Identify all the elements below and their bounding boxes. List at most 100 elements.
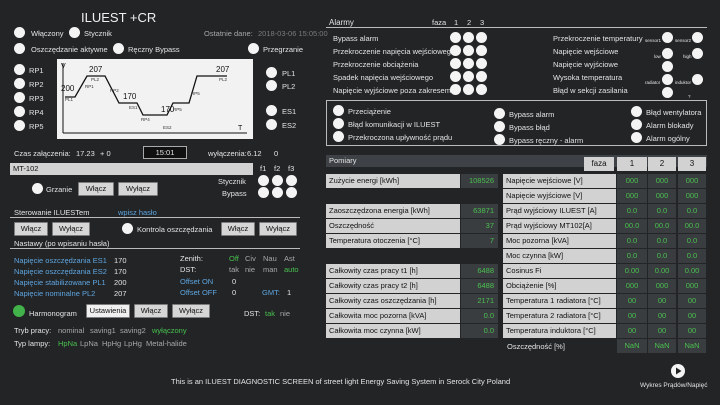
seg-label-pl2-end: PL2	[219, 77, 228, 82]
zenith-ast[interactable]: Ast	[284, 254, 295, 263]
wyl-offset: 0	[274, 149, 279, 158]
oszczedzanie-indicator	[14, 43, 25, 54]
kontrola-label: Kontrola oszczędzania	[137, 225, 213, 234]
sensor-label-sensor2: sensor2	[675, 38, 692, 43]
lamp-hpna[interactable]: HpNa	[58, 339, 77, 348]
mt-wylacz-button[interactable]: Wyłącz	[118, 182, 158, 196]
phase-row-4-v2: 0.0	[648, 234, 676, 248]
phase-row-0-v3: 000	[678, 174, 706, 188]
rp2-label: RP2	[29, 80, 44, 89]
password-link[interactable]: wpisz hasło	[118, 208, 157, 217]
play-icon	[676, 367, 682, 375]
flag-bypass-reczny-indicator	[494, 134, 505, 145]
phase-row-5-label: Moc czynna [kW]	[503, 249, 616, 263]
ctl-wlacz-button[interactable]: Włącz	[14, 222, 48, 236]
lamp-metal-halide[interactable]: Metal-halide	[146, 339, 187, 348]
mt-wlacz-button[interactable]: Włącz	[78, 182, 114, 196]
zenith-civ[interactable]: Civ	[245, 254, 256, 263]
sensor-label-q: ?	[688, 94, 691, 99]
nastawy-label: Nastawy (po wpisaniu hasła)	[14, 239, 110, 248]
tryb-saving2[interactable]: saving2	[120, 326, 146, 335]
przegrzanie-indicator	[248, 43, 259, 54]
dst-man[interactable]: man	[263, 265, 278, 274]
mt102-header: MT-102	[10, 163, 253, 175]
oszczednosc-v3: NaN	[678, 339, 706, 353]
tryb-nominal[interactable]: nominal	[58, 326, 84, 335]
kontrola-wylacz-button[interactable]: Wyłącz	[259, 222, 297, 236]
alarms-title: Alarmy	[329, 18, 354, 27]
seg-label-es2: ES2	[163, 125, 172, 130]
alarms-divider	[326, 27, 707, 28]
phase-row-4-v1: 0.0	[617, 234, 647, 248]
phase-row-10-v3: 00	[678, 324, 706, 338]
oszczednosc-label: Oszczędność [%]	[507, 342, 565, 351]
alarm-l1-p3	[476, 45, 487, 56]
lamp-lphg[interactable]: LpHg	[124, 339, 142, 348]
dst-tak[interactable]: tak	[229, 265, 239, 274]
kontrola-wlacz-button[interactable]: Włącz	[221, 222, 255, 236]
meas-saving-time-label: Całkowity czas oszczędzania [h]	[326, 294, 460, 308]
dst2-tak[interactable]: tak	[265, 309, 275, 318]
alarm-left-4: Napięcie wyjściowe poza zakresem	[333, 86, 451, 95]
meas-temp-value: 7	[461, 234, 498, 248]
flag-uplywnosc-indicator	[333, 131, 344, 142]
wyl-value: 6.12	[247, 149, 262, 158]
harm-wlacz-button[interactable]: Włącz	[134, 304, 168, 318]
alarm-right-2: Napięcie wyjściowe	[553, 60, 619, 69]
gmt-label: GMT:	[262, 288, 280, 297]
tryb-saving1[interactable]: saving1	[90, 326, 116, 335]
alarm-left-1: Przekroczenie napięcia wejściowego	[333, 47, 456, 56]
flag-bypass-blad-indicator	[494, 121, 505, 132]
v-axis-label: V	[61, 63, 66, 70]
current-time-box: 15:01	[143, 146, 187, 159]
alarm-l3-p1	[450, 71, 461, 82]
meas-savings-label: Oszczędność	[326, 219, 460, 233]
phase-row-2-label: Prąd wyjściowy ILUEST [A]	[503, 204, 616, 218]
pomiary-title: Pomiary	[329, 156, 357, 165]
ctl-wylacz-button[interactable]: Wyłącz	[52, 222, 90, 236]
dst-nie[interactable]: nie	[245, 265, 255, 274]
phase-row-3-label: Prąd wyjściowy MT102[A]	[503, 219, 616, 233]
meas-saved-value: 63871	[461, 204, 498, 218]
phase-row-3-v3: 00.0	[678, 219, 706, 233]
f2-header: f2	[274, 164, 281, 173]
ustawienia-button[interactable]: Ustawienia	[86, 304, 130, 318]
alarms-phase-1: 1	[454, 18, 459, 27]
lamp-hphg[interactable]: HpHg	[102, 339, 121, 348]
meas-energy-value: 108526	[461, 174, 498, 188]
zenith-nau[interactable]: Nau	[263, 254, 277, 263]
lamp-label: Typ lampy:	[14, 339, 51, 348]
phase-row-6-v3: 0.00	[678, 264, 706, 278]
es1-label: ES1	[282, 107, 297, 116]
setting-pl2-label: Napięcie nominalne PL2	[14, 289, 96, 298]
tryb-wylaczony[interactable]: wyłączony	[152, 326, 187, 335]
phase-row-0-v1: 000	[617, 174, 647, 188]
meas-apparent-label: Całkowita moc pozorna [kVA]	[326, 309, 460, 323]
lamp-lpna[interactable]: LpNa	[80, 339, 98, 348]
last-data-label: Ostatnie dane:	[204, 29, 253, 38]
offset-off-value: 0	[232, 288, 237, 297]
meas-t2-label: Całkowity czas pracy t2 [h]	[326, 279, 460, 293]
meas-energy-label: Zużycie energi [kWh]	[326, 174, 460, 188]
flag-blokady-indicator	[631, 119, 642, 130]
alarm-l0-p1	[450, 32, 461, 43]
wykres-label[interactable]: Wykres Prądów/Napięć	[640, 382, 708, 389]
alarm-l4-p2	[463, 84, 474, 95]
phase-header-2: 2	[648, 157, 676, 171]
meas-saved-label: Zaoszczędzona energia [kWh]	[326, 204, 460, 218]
zenith-off[interactable]: Off	[229, 254, 239, 263]
dst2-nie[interactable]: nie	[280, 309, 290, 318]
value-es1: 170	[123, 92, 137, 101]
phase-row-2-v3: 0.0	[678, 204, 706, 218]
meas-t2-value: 6488	[461, 279, 498, 293]
wykres-play-button[interactable]	[671, 364, 685, 378]
harm-wylacz-button[interactable]: Wyłącz	[172, 304, 210, 318]
rp1-indicator	[14, 64, 25, 75]
mt102-title: MT-102	[13, 164, 39, 173]
zasilanie-indicator	[662, 87, 673, 98]
flag-ogolny-indicator	[631, 132, 642, 143]
flag-col2-2: Bypass ręczny - alarm	[509, 136, 584, 145]
dst-auto[interactable]: auto	[284, 265, 299, 274]
meas-active-label: Całkowita moc czynna [kW]	[326, 324, 460, 338]
wyl-label: wyłączenia:	[208, 149, 247, 158]
